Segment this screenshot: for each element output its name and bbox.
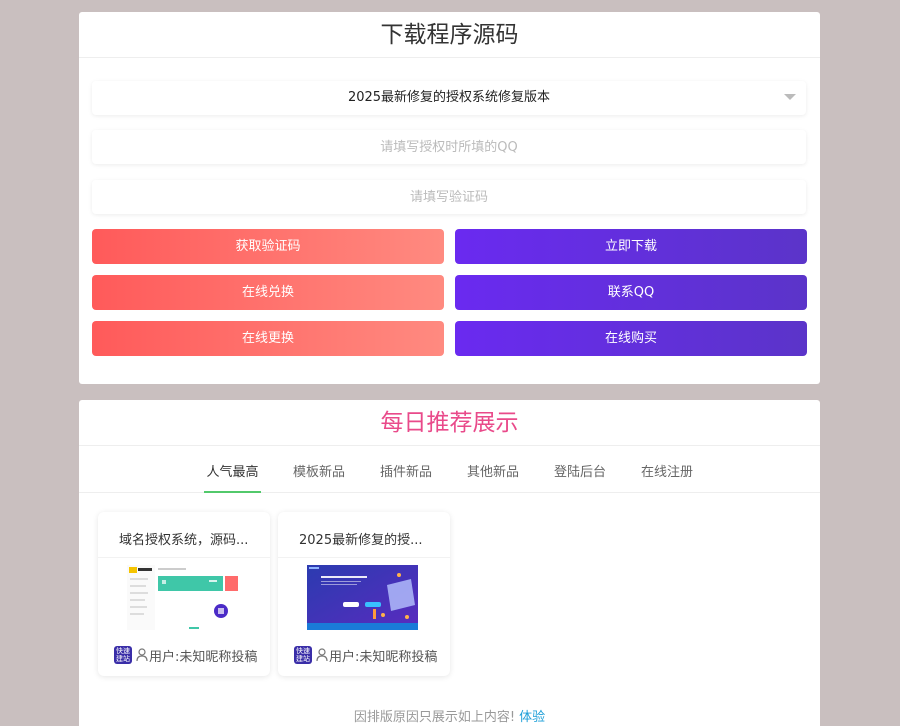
qq-input[interactable] [92,130,806,164]
code-field-wrapper [92,180,806,214]
item-thumbnail [127,565,238,630]
version-select-value: 2025最新修复的授权系统修复版本 [347,90,551,105]
tab-plugin-new[interactable]: 插件新品 [378,457,434,493]
site-badge: 快速建站 [114,646,132,664]
layout-notice: 因排版原因只展示如上内容! 体验 [79,706,820,725]
item-footer: 快速建站 用户:未知昵称投稿 [114,646,258,665]
recommend-card: 每日推荐展示 人气最高 模板新品 插件新品 其他新品 登陆后台 在线注册 域名授… [79,400,820,726]
site-badge: 快速建站 [294,646,312,664]
item-thumbnail [307,565,418,630]
user-icon [316,648,328,662]
get-code-button[interactable]: 获取验证码 [92,229,444,264]
replace-online-button[interactable]: 在线更换 [92,321,444,356]
download-card: 下载程序源码 2025最新修复的授权系统修复版本 获取验证码 立即下载 在线兑换… [79,12,820,384]
item-author: 用户:未知昵称投稿 [149,649,258,665]
exchange-online-button[interactable]: 在线兑换 [92,275,444,310]
download-now-button[interactable]: 立即下载 [455,229,807,264]
tab-other-new[interactable]: 其他新品 [465,457,521,493]
user-icon [136,648,148,662]
tab-popular[interactable]: 人气最高 [204,457,261,493]
download-title: 下载程序源码 [79,12,820,58]
recommend-item[interactable]: 域名授权系统，源码... 快速建站 用户:未知昵称投稿 [98,512,270,676]
buy-online-button[interactable]: 在线购买 [455,321,807,356]
recommend-item[interactable]: 2025最新修复的授... 快速建站 用户:未知昵称投稿 [278,512,450,676]
notice-text: 因排版原因只展示如上内容! [353,710,516,725]
tab-template-new[interactable]: 模板新品 [291,457,347,493]
recommend-tabs: 人气最高 模板新品 插件新品 其他新品 登陆后台 在线注册 [79,457,820,493]
item-name: 域名授权系统，源码... [98,512,270,558]
version-select[interactable]: 2025最新修复的授权系统修复版本 [92,81,806,115]
tab-admin-login[interactable]: 登陆后台 [552,457,608,493]
chevron-down-icon [784,94,796,100]
item-name: 2025最新修复的授... [278,512,450,558]
experience-link[interactable]: 体验 [519,710,545,725]
recommend-title: 每日推荐展示 [79,400,820,446]
contact-qq-button[interactable]: 联系QQ [455,275,807,310]
tab-register[interactable]: 在线注册 [639,457,695,493]
verification-code-input[interactable] [92,180,806,214]
item-footer: 快速建站 用户:未知昵称投稿 [294,646,438,665]
qq-field-wrapper [92,130,806,164]
item-author: 用户:未知昵称投稿 [329,649,438,665]
